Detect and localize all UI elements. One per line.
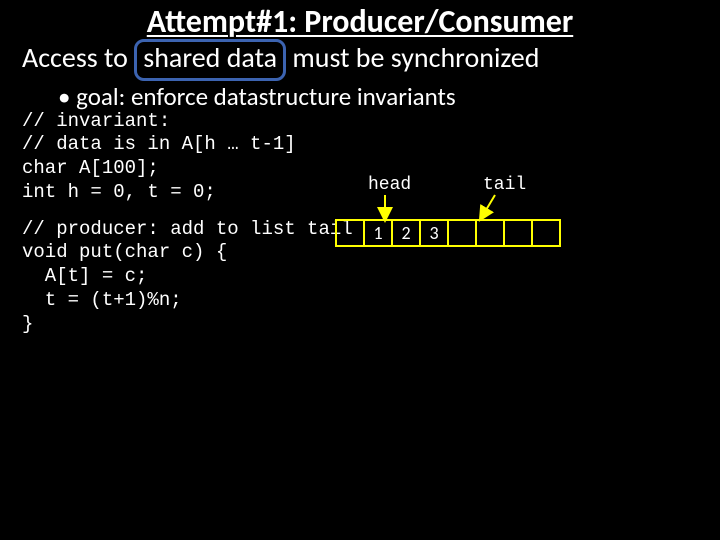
cell-6 xyxy=(503,219,533,247)
cell-1: 1 xyxy=(363,219,393,247)
shared-data-highlight: shared data xyxy=(134,39,286,81)
tail-label: tail xyxy=(483,175,526,195)
subtitle-post: must be synchronized xyxy=(292,40,539,75)
cell-5 xyxy=(475,219,505,247)
slide-subtitle: Access to shared data must be synchroniz… xyxy=(0,41,720,81)
head-label: head xyxy=(368,175,411,195)
buffer-cells: 1 2 3 xyxy=(335,219,595,247)
cell-7 xyxy=(531,219,561,247)
cell-0 xyxy=(335,219,365,247)
cell-3: 3 xyxy=(419,219,449,247)
cell-4 xyxy=(447,219,477,247)
slide-title: Attempt#1: Producer/Consumer xyxy=(0,0,720,41)
subtitle-pre: Access to xyxy=(22,40,128,75)
buffer-diagram: head tail 1 2 3 xyxy=(335,175,595,245)
cell-2: 2 xyxy=(391,219,421,247)
slide: Attempt#1: Producer/Consumer Access to s… xyxy=(0,0,720,540)
bullet-goal: goal: enforce datastructure invariants xyxy=(0,83,720,111)
